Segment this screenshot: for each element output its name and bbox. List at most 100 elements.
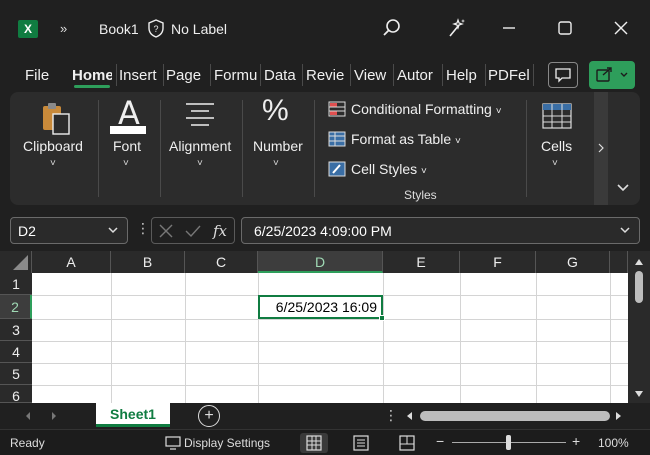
row-header-3[interactable]: 3 [0, 319, 32, 341]
name-box[interactable]: D2 [10, 217, 128, 244]
select-all-button[interactable] [0, 251, 32, 273]
cancel-icon[interactable] [158, 223, 174, 239]
group-divider [160, 100, 161, 197]
scroll-right-icon[interactable] [612, 410, 624, 422]
row-header-1[interactable]: 1 [0, 273, 32, 295]
row-header-5[interactable]: 5 [0, 363, 32, 385]
chevron-down-icon: ˅ [50, 158, 56, 169]
clipboard-icon [43, 103, 70, 135]
share-button[interactable] [589, 61, 635, 89]
column-header-partial[interactable] [610, 251, 628, 273]
zoom-level[interactable]: 100% [598, 436, 629, 450]
minimize-icon[interactable] [498, 16, 522, 40]
ribbon-collapse-icon[interactable] [616, 182, 630, 192]
font-group[interactable]: A Font ˅ [100, 92, 160, 205]
page-layout-view-button[interactable] [347, 433, 375, 453]
svg-text:fx: fx [212, 222, 228, 240]
row-header-2[interactable]: 2 [0, 295, 32, 319]
excel-logo-icon[interactable]: X [18, 20, 38, 38]
tab-divider [393, 64, 394, 86]
ribbon-scroll-button[interactable] [594, 92, 608, 205]
sheet-tab-sheet1[interactable]: Sheet1 [96, 403, 170, 427]
zoom-in-button[interactable]: + [572, 433, 580, 449]
maximize-icon[interactable] [553, 16, 577, 40]
tab-divider [163, 64, 164, 86]
align-icon [186, 103, 214, 126]
column-header-c[interactable]: C [185, 251, 258, 273]
tab-home[interactable]: Home [72, 67, 112, 84]
insert-function-icon[interactable]: fx [212, 222, 232, 240]
chevron-down-icon [108, 227, 118, 234]
gridline [111, 273, 112, 403]
sensitivity-label[interactable]: No Label [171, 21, 227, 37]
horizontal-scrollbar-thumb[interactable] [420, 411, 610, 421]
chevron-down-icon: ˅ [123, 158, 129, 169]
enter-check-icon[interactable] [184, 223, 202, 239]
gridline [32, 363, 628, 364]
gridline [383, 273, 384, 403]
conditional-formatting-label: Conditional Formatting [351, 101, 492, 117]
name-box-value: D2 [18, 223, 36, 239]
scroll-left-icon[interactable] [404, 410, 416, 422]
row-header-4[interactable]: 4 [0, 341, 32, 363]
conditional-formatting-button[interactable]: Conditional Formatting ˅ [351, 101, 502, 117]
gridline [460, 273, 461, 403]
clipboard-group[interactable]: Clipboard ˅ [10, 92, 98, 205]
active-cell-d2[interactable]: 6/25/2023 16:09 [258, 295, 383, 319]
gridline [32, 341, 628, 342]
prev-sheet-icon[interactable] [22, 410, 34, 422]
search-icon[interactable] [380, 16, 404, 40]
tab-page-layout[interactable]: Page [166, 67, 202, 84]
normal-view-button[interactable] [300, 433, 328, 453]
tab-review[interactable]: Revie [306, 67, 347, 84]
tab-view[interactable]: View [354, 67, 390, 84]
column-header-e[interactable]: E [383, 251, 460, 273]
formula-bar-options-icon[interactable]: ⋮ [136, 220, 150, 237]
worksheet-grid[interactable]: A B C D E F G 1 2 3 4 5 6 6/25/2023 16:0… [0, 251, 628, 403]
cell-styles-button[interactable]: Cell Styles ˅ [351, 161, 427, 177]
sheet-tab-bar: Sheet1 + ⋮ [0, 403, 650, 429]
tab-divider [116, 64, 117, 86]
column-header-d[interactable]: D [258, 251, 383, 273]
tab-data[interactable]: Data [264, 67, 300, 84]
designer-wand-icon[interactable] [444, 16, 468, 40]
tab-formulas[interactable]: Formu [214, 67, 257, 84]
add-sheet-button[interactable]: + [198, 405, 220, 427]
grid-view-icon [306, 435, 322, 451]
number-group[interactable]: % Number ˅ [244, 92, 312, 205]
sensitivity-shield-icon[interactable]: ? [148, 19, 164, 38]
tab-help[interactable]: Help [446, 67, 482, 84]
zoom-out-button[interactable]: − [436, 433, 444, 449]
fill-handle[interactable] [379, 315, 385, 321]
column-header-f[interactable]: F [460, 251, 536, 273]
tab-divider [210, 64, 211, 86]
column-header-g[interactable]: G [536, 251, 610, 273]
tab-insert[interactable]: Insert [119, 67, 161, 84]
column-header-b[interactable]: B [111, 251, 185, 273]
column-header-a[interactable]: A [32, 251, 111, 273]
page-break-icon [399, 435, 415, 451]
cells-label: Cells [541, 138, 573, 154]
gridline [32, 385, 628, 386]
conditional-formatting-icon [328, 101, 346, 117]
next-sheet-icon[interactable] [48, 410, 60, 422]
row-header-6[interactable]: 6 [0, 385, 32, 403]
document-title[interactable]: Book1 [99, 21, 139, 37]
formula-input[interactable]: 6/25/2023 4:09:00 PM [241, 217, 640, 244]
chevron-down-icon [620, 227, 630, 234]
quick-access-overflow-button[interactable]: » [60, 21, 67, 36]
vertical-scrollbar[interactable] [628, 251, 650, 403]
tab-pdfelement[interactable]: PDFel [488, 67, 530, 84]
alignment-group[interactable]: Alignment ˅ [162, 92, 242, 205]
format-as-table-button[interactable]: Format as Table ˅ [351, 131, 461, 147]
tab-splitter-icon[interactable]: ⋮ [384, 407, 398, 424]
group-divider [98, 100, 99, 197]
comments-button[interactable] [548, 62, 578, 88]
zoom-slider-thumb[interactable] [506, 435, 511, 450]
tab-automate[interactable]: Autor [397, 67, 439, 84]
close-icon[interactable] [609, 16, 633, 40]
page-break-view-button[interactable] [393, 433, 421, 453]
cells-group[interactable]: Cells ˅ [528, 92, 588, 205]
display-settings-button[interactable]: Display Settings [184, 436, 270, 450]
tab-file[interactable]: File [25, 67, 49, 84]
